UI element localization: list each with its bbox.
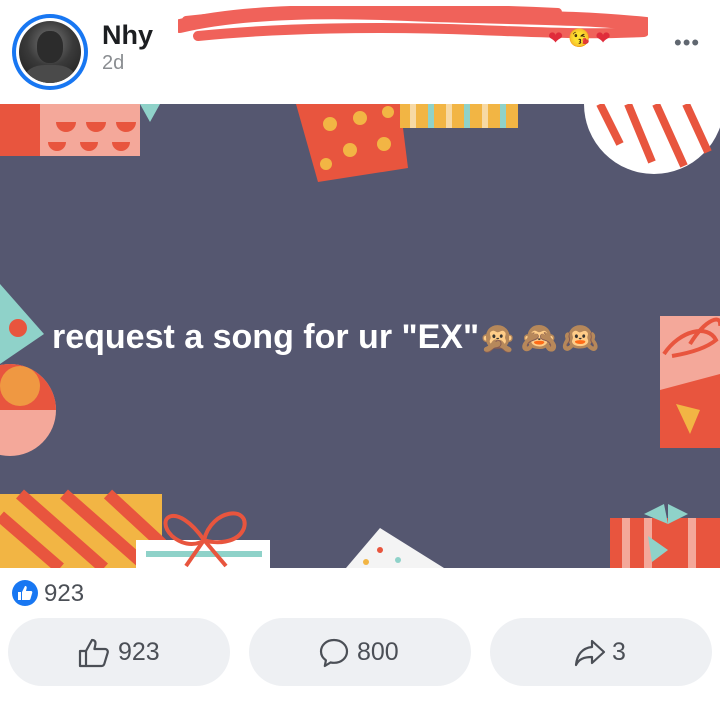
comment-count: 800 (357, 638, 399, 666)
like-icon (12, 580, 38, 606)
more-options-icon[interactable]: ••• (674, 30, 700, 56)
share-count: 3 (612, 638, 626, 666)
reaction-count: 923 (44, 580, 85, 607)
like-count: 923 (118, 638, 160, 666)
thumbs-up-icon (78, 638, 110, 673)
share-button[interactable]: 3 (490, 618, 712, 686)
avatar[interactable] (16, 18, 84, 86)
share-icon (574, 638, 606, 673)
post-header: Nhy 2d ❤ 😘 ❤ ••• (0, 0, 720, 104)
post-text-body: request a song for ur "EX" (52, 318, 480, 356)
post-timestamp[interactable]: 2d (102, 52, 124, 75)
comment-button[interactable]: 800 (249, 618, 471, 686)
comment-icon (319, 638, 349, 673)
profile-photo (19, 21, 81, 83)
post-text: request a song for ur "EX"🙊🙈🙉 (52, 318, 603, 357)
like-button[interactable]: 923 (8, 618, 230, 686)
reaction-emojis: ❤ 😘 ❤ (548, 28, 611, 48)
poster-name[interactable]: Nhy (102, 20, 153, 51)
monkey-emojis: 🙊🙈🙉 (479, 322, 604, 355)
post-image[interactable]: request a song for ur "EX"🙊🙈🙉 (0, 104, 720, 568)
